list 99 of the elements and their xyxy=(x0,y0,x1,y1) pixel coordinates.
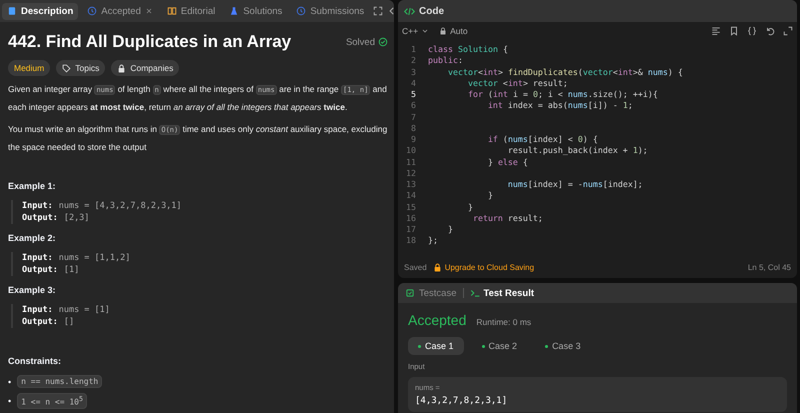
upgrade-link[interactable]: Upgrade to Cloud Saving xyxy=(432,262,534,272)
code-icon xyxy=(404,6,415,16)
code-line: if (nums[index] < 0) { xyxy=(486,134,598,146)
code-line: int index = abs(nums[i]) - 1; xyxy=(486,100,633,112)
braces-icon[interactable] xyxy=(747,26,757,36)
panel-tab[interactable]: Description xyxy=(2,2,78,20)
lock-icon xyxy=(432,262,442,272)
example-heading: Example 1: xyxy=(8,181,57,191)
line-number: 15 xyxy=(405,202,416,213)
code-line: class Solution { xyxy=(428,44,508,56)
output-label: Output: xyxy=(22,212,58,224)
code-line: vector <int> result; xyxy=(466,78,568,89)
constraint: 1 <= n <= 10$^{5}$ xyxy=(17,393,87,409)
lock-icon xyxy=(439,27,448,35)
case-tab[interactable]: Case 3 xyxy=(535,337,591,355)
line-number: 4 xyxy=(410,78,416,89)
panel-tab[interactable]: Submissions xyxy=(291,2,370,20)
panel-tab[interactable]: Solutions xyxy=(224,2,288,20)
format-icon[interactable] xyxy=(711,26,721,36)
companies-button[interactable]: Companies xyxy=(111,60,180,76)
line-number: 10 xyxy=(405,145,416,156)
fullscreen-icon[interactable] xyxy=(373,6,384,16)
panel-title: Code xyxy=(419,6,444,16)
save-status: Saved xyxy=(404,262,427,272)
bullet: • xyxy=(8,396,12,406)
tab-icon xyxy=(229,6,240,16)
verdict: Accepted xyxy=(408,312,466,328)
cursor-position: Ln 5, Col 45 xyxy=(748,262,791,272)
input-label: Input: xyxy=(22,252,53,264)
bullet: • xyxy=(8,376,12,386)
constraint: n == nums.length xyxy=(17,375,102,388)
tab-icon xyxy=(470,288,480,298)
input-label: Input: xyxy=(22,304,53,316)
line-number: 17 xyxy=(405,224,416,236)
line-number: 14 xyxy=(405,190,416,202)
line-number: 2 xyxy=(410,55,416,66)
chevron-left-icon[interactable] xyxy=(387,6,394,16)
input-label: Input: xyxy=(22,200,53,212)
example-input-value: nums = [1] xyxy=(58,304,110,316)
tab-icon xyxy=(87,6,98,16)
tab-icon xyxy=(405,288,415,298)
fullscreen-icon[interactable] xyxy=(783,26,793,36)
tab-icon xyxy=(296,6,306,16)
tag-icon xyxy=(62,64,72,72)
line-number: 1 xyxy=(410,44,416,56)
example-output-value: [2,3] xyxy=(64,212,90,224)
check-circle-icon xyxy=(378,37,388,47)
code-line: for (int i = 0; i < nums.size(); ++i){ xyxy=(466,89,658,100)
example-output-value: [] xyxy=(64,316,74,328)
line-number: 7 xyxy=(410,112,416,123)
line-number: 5 xyxy=(410,89,416,100)
line-number: 12 xyxy=(405,168,416,179)
code-line: public: xyxy=(428,55,463,66)
code-line: } xyxy=(486,190,493,202)
topics-button[interactable]: Topics xyxy=(56,60,106,76)
caret-icon xyxy=(421,27,430,35)
difficulty-badge: Medium xyxy=(8,60,50,76)
output-label: Output: xyxy=(22,264,58,276)
example-output-value: [1] xyxy=(64,264,80,276)
panel-tab[interactable]: Testcase xyxy=(403,288,458,298)
line-number: 13 xyxy=(405,179,416,190)
example-input-value: nums = [1,1,2] xyxy=(58,252,130,264)
tab-icon xyxy=(7,6,17,16)
line-number: 18 xyxy=(405,235,416,246)
code-line: } xyxy=(466,202,473,213)
code-line: result.push_back(index + 1); xyxy=(506,145,648,156)
code-line: } xyxy=(446,224,453,236)
line-number: 8 xyxy=(410,122,416,134)
example-input-value: nums = [4,3,2,7,8,2,3,1] xyxy=(58,200,182,212)
code-line: } else { xyxy=(486,156,528,168)
line-number: 11 xyxy=(405,156,416,168)
case-tab[interactable]: Case 2 xyxy=(472,337,528,355)
tab-icon xyxy=(166,6,177,16)
code-line: vector<int> findDuplicates(vector<int>& nums) { xyxy=(446,66,683,78)
runtime: Runtime: 0 ms xyxy=(476,317,532,327)
auto-mode-button[interactable]: Auto xyxy=(439,26,468,36)
example-heading: Example 2: xyxy=(8,233,57,243)
close-icon[interactable] xyxy=(144,7,153,15)
case-tab[interactable]: Case 1 xyxy=(408,337,464,355)
example-heading: Example 3: xyxy=(8,285,57,295)
line-number: 9 xyxy=(410,134,416,146)
code-line: }; xyxy=(428,235,438,246)
input-value: [4,3,2,7,8,2,3,1] xyxy=(415,396,508,406)
panel-tab[interactable]: Editorial xyxy=(162,2,220,20)
constraints-heading: Constraints: xyxy=(8,356,62,366)
output-label: Output: xyxy=(22,316,58,328)
code-line: nums[index] = -nums[index]; xyxy=(506,179,643,190)
line-number: 3 xyxy=(410,66,416,78)
code-line: return result; xyxy=(472,212,543,224)
panel-tab[interactable]: Accepted xyxy=(82,2,158,20)
line-number: 6 xyxy=(410,100,416,112)
solved-status: Solved xyxy=(346,36,375,48)
problem-title: 442. Find All Duplicates in an Array xyxy=(8,32,292,52)
lock-icon xyxy=(117,64,126,72)
language-dropdown[interactable]: C++ xyxy=(402,26,430,36)
line-number: 16 xyxy=(405,212,416,224)
bookmark-icon[interactable] xyxy=(729,26,739,36)
reset-icon[interactable] xyxy=(765,26,775,36)
panel-tab[interactable]: Test Result xyxy=(468,288,536,298)
